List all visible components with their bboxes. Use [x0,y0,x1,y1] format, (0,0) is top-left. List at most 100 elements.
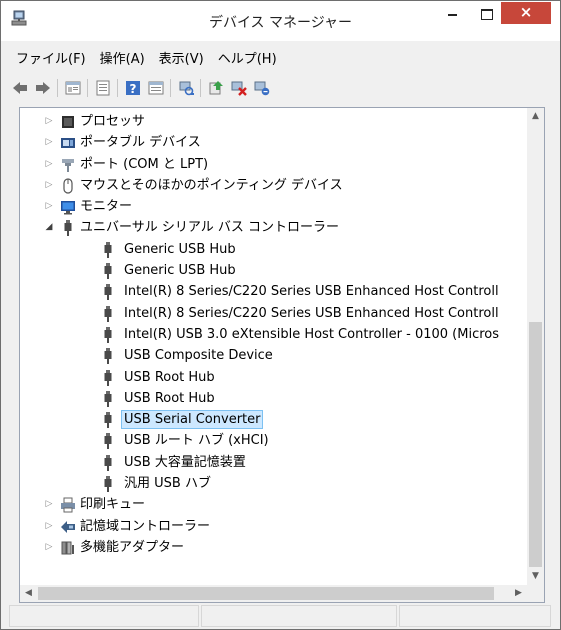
tree-item-monitors[interactable]: ▷ モニター [20,196,530,217]
tree-item-mice[interactable]: ▷ マウスとそのほかのポインティング デバイス [20,175,530,196]
monitor-icon [61,201,75,215]
usb-device-item[interactable]: Generic USB Hub [20,239,530,260]
maximize-button[interactable] [473,3,499,25]
usb-device-item[interactable]: USB Root Hub [20,388,530,409]
usb-device-item[interactable]: Intel(R) USB 3.0 eXtensible Host Control… [20,324,530,345]
toolbar-separator [170,79,171,97]
tree-item-portable-devices[interactable]: ▷ ポータブル デバイス [20,132,530,153]
tree-item-label: マウスとそのほかのポインティング デバイス [80,177,343,193]
usb-device-icon [104,390,112,407]
mouse-icon [63,178,73,194]
properties-icon [96,80,109,96]
device-tree[interactable]: ▷ プロセッサ ▷ ポータブル デバイス ▷ ポート (COM と LPT) ▷… [19,107,545,603]
console-tree-icon [65,81,80,95]
usb-device-icon [104,412,112,429]
menu-view[interactable]: 表示(V) [152,46,211,68]
menu-file[interactable]: ファイル(F) [9,46,93,68]
menu-help[interactable]: ヘルプ(H) [211,46,284,68]
help-icon: ? [125,81,140,96]
scroll-right-arrow-icon[interactable]: ▶ [510,585,527,602]
minimize-button[interactable] [439,3,465,25]
port-icon [62,158,74,172]
tree-item-label: 印刷キュー [80,497,146,513]
back-arrow-icon [12,82,27,94]
properties-button[interactable] [92,78,113,98]
usb-device-label: 汎用 USB ハブ [124,476,211,492]
close-button[interactable]: × [501,2,551,24]
multifunction-adapter-icon [61,541,74,555]
view-button[interactable] [145,78,166,98]
storage-controller-icon [61,520,75,533]
usb-device-label: USB ルート ハブ (xHCI) [124,433,269,449]
help-button[interactable]: ? [122,78,143,98]
usb-device-item[interactable]: Intel(R) 8 Series/C220 Series USB Enhanc… [20,281,530,302]
menu-action[interactable]: 操作(A) [93,46,152,68]
tree-item-multifunction-adapters[interactable]: ▷ 多機能アダプター [20,537,530,558]
update-driver-icon [209,81,223,95]
usb-device-label: Intel(R) USB 3.0 eXtensible Host Control… [124,326,500,342]
device-manager-window: デバイス マネージャー × ファイル(F) 操作(A) 表示(V) ヘルプ(H)… [0,0,561,630]
collapse-icon[interactable]: ◢ [44,217,54,238]
expand-icon[interactable]: ▷ [44,154,54,175]
usb-device-item-selected[interactable]: USB Serial Converter [20,409,530,430]
expand-icon[interactable]: ▷ [44,111,54,132]
tree-item-label: ポータブル デバイス [80,135,201,151]
tree-item-usb-controllers[interactable]: ◢ ユニバーサル シリアル バス コントローラー [20,217,530,238]
uninstall-device-button[interactable] [228,78,249,98]
scan-hardware-button[interactable] [175,78,196,98]
back-button[interactable] [9,78,30,98]
scroll-left-arrow-icon[interactable]: ◀ [20,585,37,602]
processor-icon [62,116,74,128]
expand-icon[interactable]: ▷ [44,516,54,537]
usb-device-label: Intel(R) 8 Series/C220 Series USB Enhanc… [124,305,499,321]
status-pane-1 [9,605,199,627]
tree-item-label: ユニバーサル シリアル バス コントローラー [80,220,340,236]
expand-icon[interactable]: ▷ [44,132,54,153]
tree-item-storage-controllers[interactable]: ▷ 記憶域コントローラー [20,516,530,537]
expand-icon[interactable]: ▷ [44,175,54,196]
expand-icon[interactable]: ▷ [44,494,54,515]
usb-device-label: USB 大容量記憶装置 [124,454,246,470]
print-queue-icon [61,497,75,513]
scroll-up-arrow-icon[interactable]: ▲ [527,108,544,125]
usb-device-item[interactable]: USB ルート ハブ (xHCI) [20,430,530,451]
toolbar: ? [9,75,274,101]
usb-device-item[interactable]: Intel(R) 8 Series/C220 Series USB Enhanc… [20,303,530,324]
close-icon: × [519,3,533,21]
usb-device-icon [104,454,112,471]
forward-button[interactable] [32,78,53,98]
usb-device-icon [104,284,112,301]
forward-arrow-icon [35,82,50,94]
scan-hardware-icon [179,81,194,96]
tree-item-label: 記憶域コントローラー [80,518,211,534]
vertical-scrollbar[interactable]: ▲ ▼ [527,108,544,585]
usb-device-item[interactable]: USB Composite Device [20,345,530,366]
view-icon [148,81,163,95]
usb-device-label: Intel(R) 8 Series/C220 Series USB Enhanc… [124,284,499,300]
expand-icon[interactable]: ▷ [44,196,54,217]
title-bar: デバイス マネージャー × [1,1,560,41]
scroll-down-arrow-icon[interactable]: ▼ [527,568,544,585]
disable-device-icon [254,81,269,96]
tree-item-print-queues[interactable]: ▷ 印刷キュー [20,494,530,515]
usb-device-icon [104,326,112,343]
scrollbar-corner [527,585,544,602]
disable-device-button[interactable] [251,78,272,98]
usb-device-item[interactable]: Generic USB Hub [20,260,530,281]
horizontal-scrollbar[interactable]: ◀ ▶ [20,585,527,602]
toolbar-separator [57,79,58,97]
tree-item-label: モニター [80,199,133,215]
toolbar-separator [87,79,88,97]
horizontal-scroll-thumb[interactable] [38,587,494,600]
vertical-scroll-thumb[interactable] [529,322,542,567]
tree-item-processors[interactable]: ▷ プロセッサ [20,111,530,132]
tree-item-ports[interactable]: ▷ ポート (COM と LPT) [20,154,530,175]
usb-device-item[interactable]: 汎用 USB ハブ [20,473,530,494]
usb-device-icon [104,369,112,386]
usb-device-label: USB Root Hub [124,369,215,385]
usb-device-item[interactable]: USB Root Hub [20,367,530,388]
show-hide-console-tree-button[interactable] [62,78,83,98]
usb-device-item[interactable]: USB 大容量記憶装置 [20,452,530,473]
update-driver-button[interactable] [205,78,226,98]
expand-icon[interactable]: ▷ [44,537,54,558]
